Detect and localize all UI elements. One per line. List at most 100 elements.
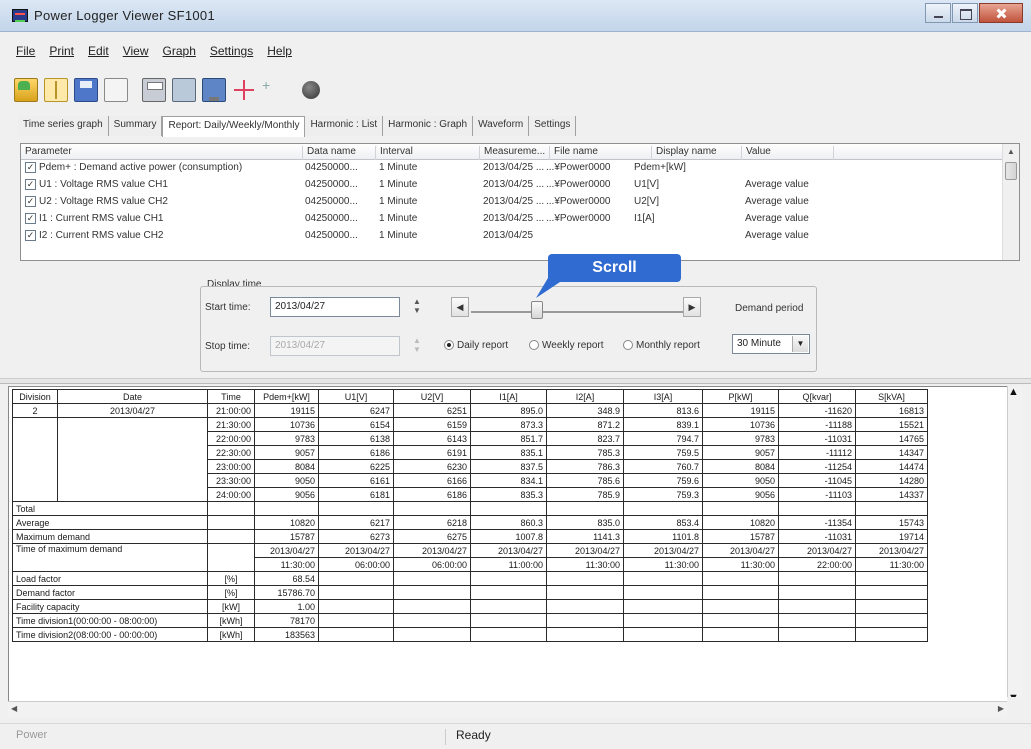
- scroll-thumb[interactable]: [1005, 162, 1017, 180]
- monthly-report-radio[interactable]: [623, 340, 633, 350]
- tab-summary[interactable]: Summary: [108, 116, 163, 136]
- close-button[interactable]: [979, 3, 1023, 23]
- tab-time-series[interactable]: Time series graph: [18, 116, 109, 136]
- open-folder-icon[interactable]: [14, 78, 38, 102]
- weekly-report-label[interactable]: Weekly report: [542, 340, 604, 351]
- list-item[interactable]: ✓ U2 : Voltage RMS value CH2 04250000... 1 …: [21, 194, 1019, 211]
- stop-time-spinner[interactable]: ▲ ▼: [410, 336, 424, 356]
- table-cell: 9057: [702, 445, 779, 460]
- add-icon[interactable]: +: [262, 78, 274, 102]
- table-cell: [855, 599, 928, 614]
- unit-cell: [kWh]: [207, 613, 255, 628]
- table-cell: [702, 501, 779, 516]
- col-data-name[interactable]: Data name: [302, 146, 356, 160]
- table-cell: [393, 585, 471, 600]
- table-cell: [623, 585, 703, 600]
- scroll-right-button[interactable]: ▶: [683, 297, 701, 317]
- table-cell: 15787: [702, 529, 779, 544]
- slider-thumb[interactable]: [531, 301, 543, 319]
- print-preview-icon[interactable]: [172, 78, 196, 102]
- col-interval[interactable]: Interval: [375, 146, 413, 160]
- table-cell: 759.5: [623, 445, 703, 460]
- save-icon[interactable]: [74, 78, 98, 102]
- daily-report-label[interactable]: Daily report: [457, 340, 508, 351]
- monthly-report-label[interactable]: Monthly report: [636, 340, 700, 351]
- print-icon[interactable]: [142, 78, 166, 102]
- list-item[interactable]: ✓ I1 : Current RMS value CH1 04250000... 1 …: [21, 211, 1019, 228]
- table-cell: 6191: [393, 445, 471, 460]
- tab-harmonic-graph[interactable]: Harmonic : Graph: [383, 116, 474, 136]
- table-cell: 2013/04/27: [470, 543, 547, 558]
- start-time-spinner[interactable]: ▲ ▼: [410, 297, 424, 317]
- menu-graph[interactable]: Graph: [163, 44, 196, 64]
- list-item[interactable]: ✓ I2 : Current RMS value CH2 04250000... 1 …: [21, 228, 1019, 245]
- weekly-report-radio[interactable]: [529, 340, 539, 350]
- table-row: 23:00:00 8084 6225 6230 837.5 786.3 760.7 8084-…: [12, 459, 928, 474]
- col-display-name[interactable]: Display name: [651, 146, 717, 160]
- cursor-move-icon[interactable]: [232, 78, 256, 102]
- col-measurement[interactable]: Measureme...: [479, 146, 545, 160]
- cell-parameter: I2 : Current RMS value CH2: [39, 230, 164, 241]
- scroll-up-icon[interactable]: ▲: [1008, 386, 1023, 398]
- table-cell: 9783: [254, 431, 319, 446]
- demand-period-select[interactable]: 30 Minute ▼: [732, 334, 810, 354]
- table-cell: [57, 431, 208, 446]
- unit-cell: [%]: [207, 571, 255, 586]
- row-checkbox[interactable]: ✓: [25, 179, 36, 190]
- scroll-left-button[interactable]: ◀: [451, 297, 469, 317]
- list-item[interactable]: ✓ U1 : Voltage RMS value CH1 04250000... 1 …: [21, 177, 1019, 194]
- table-cell: [546, 571, 624, 586]
- time-scroll-slider[interactable]: [471, 301, 683, 319]
- column-header: U2[V]: [393, 389, 471, 404]
- tab-waveform[interactable]: Waveform: [473, 116, 530, 136]
- col-value[interactable]: Value: [741, 146, 771, 160]
- stop-time-input[interactable]: 2013/04/27: [270, 336, 400, 356]
- list-item[interactable]: ✓ Pdem+ : Demand active power (consumptio…: [21, 160, 1019, 177]
- row-checkbox[interactable]: ✓: [25, 162, 36, 173]
- tab-report[interactable]: Report: Daily/Weekly/Monthly: [162, 116, 306, 137]
- daily-report-radio[interactable]: [444, 340, 454, 350]
- maximize-button[interactable]: [952, 3, 978, 23]
- unit-cell: [kW]: [207, 599, 255, 614]
- menu-settings[interactable]: Settings: [210, 44, 253, 64]
- cell-file: ...¥Power0000: [546, 162, 611, 173]
- scroll-left-icon[interactable]: ◀: [11, 704, 17, 713]
- menu-view[interactable]: View: [123, 44, 149, 64]
- table-cell: [393, 501, 471, 516]
- help-icon[interactable]: [302, 81, 320, 99]
- start-time-input[interactable]: 2013/04/27: [270, 297, 400, 317]
- table-cell: 11:30:00: [855, 557, 928, 572]
- table-row: 23:30:00 9050 6161 6166 834.1 785.6 759.6 9050-…: [12, 473, 928, 488]
- parameter-list-scrollbar[interactable]: ▲: [1002, 144, 1019, 260]
- tab-settings[interactable]: Settings: [529, 116, 577, 136]
- cell-parameter: Pdem+ : Demand active power (consumption…: [39, 162, 243, 173]
- monitor-icon[interactable]: [202, 78, 226, 102]
- cell-measure: 2013/04/25 ...: [483, 213, 545, 224]
- cell-value: Average value: [745, 213, 809, 224]
- scroll-up-icon[interactable]: ▲: [1003, 144, 1019, 160]
- report-horizontal-scrollbar[interactable]: ◀ ▶: [8, 701, 1007, 717]
- tab-harmonic-list[interactable]: Harmonic : List: [305, 116, 384, 136]
- chevron-down-icon[interactable]: ▼: [792, 336, 808, 352]
- copy-document-icon[interactable]: [104, 78, 128, 102]
- row-checkbox[interactable]: ✓: [25, 213, 36, 224]
- minimize-button[interactable]: [925, 3, 951, 23]
- table-cell: 813.6: [623, 403, 703, 418]
- menu-print[interactable]: Print: [49, 44, 74, 64]
- menu-file[interactable]: File: [16, 44, 35, 64]
- scroll-right-icon[interactable]: ▶: [998, 704, 1004, 713]
- row-checkbox[interactable]: ✓: [25, 230, 36, 241]
- table-cell: 6161: [318, 473, 394, 488]
- col-parameter[interactable]: Parameter: [21, 146, 72, 160]
- col-file-name[interactable]: File name: [549, 146, 598, 160]
- menu-edit[interactable]: Edit: [88, 44, 109, 64]
- report-vertical-scrollbar[interactable]: ▲ ▼: [1007, 386, 1023, 704]
- cell-display: U2[V]: [634, 196, 660, 207]
- column-header: S[kVA]: [855, 389, 928, 404]
- pane-splitter[interactable]: [0, 378, 1031, 384]
- menu-help[interactable]: Help: [267, 44, 292, 64]
- row-checkbox[interactable]: ✓: [25, 196, 36, 207]
- open-book-icon[interactable]: [44, 78, 68, 102]
- summary-row: Load factor [%] 68.54: [12, 571, 928, 586]
- table-row: 21:30:00 10736 6154 6159 873.3 871.2 839.1 1073…: [12, 417, 928, 432]
